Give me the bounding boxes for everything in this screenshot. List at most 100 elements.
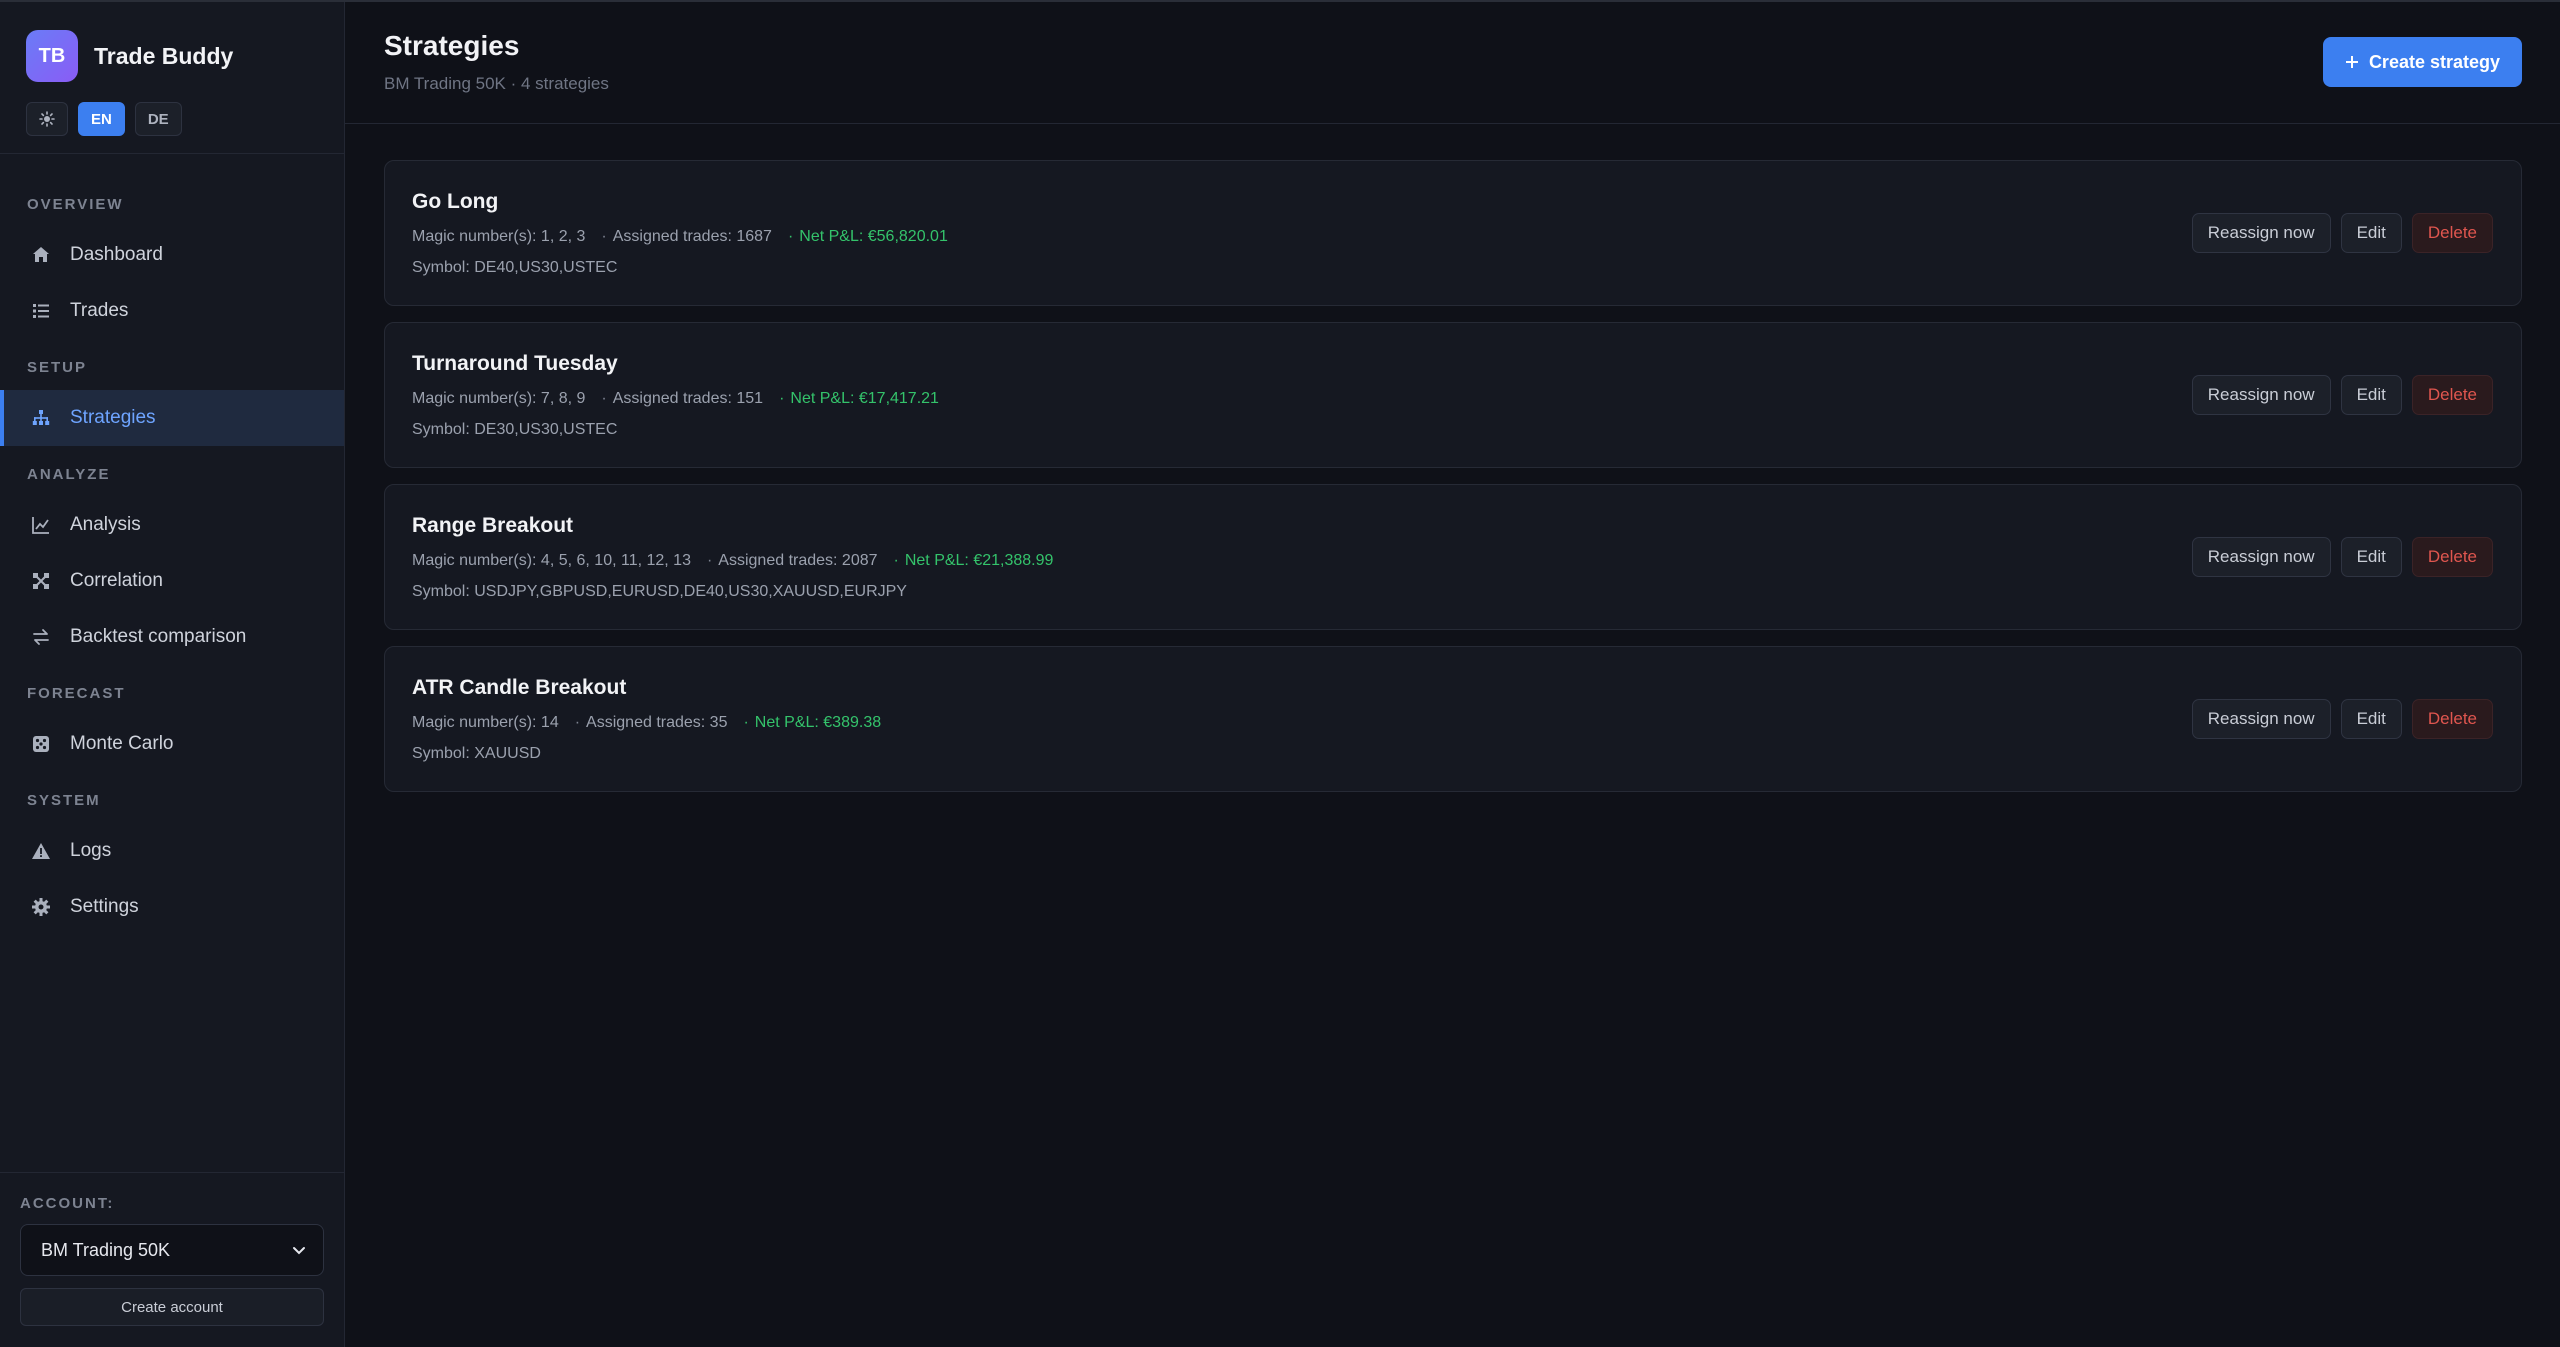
edit-button[interactable]: Edit — [2340, 537, 2402, 577]
strategy-magic-numbers: Magic number(s): 14 — [412, 713, 559, 731]
delete-button[interactable]: Delete — [2411, 699, 2493, 739]
strategy-meta: Magic number(s): 14 · Assigned trades: 35 ·… — [412, 713, 882, 731]
strategy-net-pnl: Net P&L: €389.38 — [754, 713, 882, 731]
strategy-name: Go Long — [412, 189, 499, 213]
sidebar-nav: OVERVIEW Dashboard Trades SETUP Strategi… — [0, 154, 344, 1347]
header-text: Strategies BM Trading 50K · 4 strategies — [384, 30, 609, 94]
sun-icon — [39, 111, 55, 127]
nav-group-system: SYSTEM Logs Settings — [0, 792, 344, 935]
strategy-card: ATR Candle Breakout Magic number(s): 14 ·… — [384, 646, 2522, 792]
sidebar-item-analysis[interactable]: Analysis — [0, 497, 344, 553]
strategy-symbols: Symbol: DE30,US30,USTEC — [412, 420, 618, 438]
reassign-now-button[interactable]: Reassign now — [2191, 375, 2331, 415]
sidebar-item-label: Analysis — [70, 514, 141, 535]
sidebar-item-label: Settings — [70, 896, 139, 917]
sidebar-item-correlation[interactable]: Correlation — [0, 553, 344, 609]
create-account-button[interactable]: Create account — [20, 1288, 324, 1326]
language-switcher: EN DE — [26, 102, 318, 136]
section-title-analyze: ANALYZE — [27, 466, 111, 483]
page-header: Strategies BM Trading 50K · 4 strategies… — [345, 2, 2560, 124]
plus-icon — [2345, 56, 2358, 68]
page-subtitle: BM Trading 50K · 4 strategies — [384, 74, 609, 93]
sidebar-item-label: Logs — [70, 840, 112, 861]
correlation-icon — [30, 570, 52, 592]
strategy-info: Turnaround Tuesday Magic number(s): 7, 8… — [412, 352, 939, 439]
language-de-button[interactable]: DE — [134, 102, 182, 136]
nav-group-analyze: ANALYZE Analysis Correlation Backtest co… — [0, 466, 344, 665]
reassign-now-button[interactable]: Reassign now — [2191, 213, 2331, 253]
sidebar-item-label: Monte Carlo — [70, 733, 174, 754]
account-panel: ACCOUNT: BM Trading 50K Create account — [0, 1172, 344, 1347]
strategy-actions: Reassign now Edit Delete — [2191, 213, 2493, 253]
reassign-now-button[interactable]: Reassign now — [2191, 699, 2331, 739]
delete-button[interactable]: Delete — [2411, 375, 2493, 415]
nav-group-forecast: FORECAST Monte Carlo — [0, 685, 344, 772]
home-icon — [30, 244, 52, 266]
reassign-now-button[interactable]: Reassign now — [2191, 537, 2331, 577]
sidebar-item-label: Strategies — [70, 407, 156, 428]
strategy-meta: Magic number(s): 4, 5, 6, 10, 11, 12, 13… — [412, 551, 1054, 569]
sidebar-item-monte-carlo[interactable]: Monte Carlo — [0, 716, 344, 772]
brand: TB Trade Buddy EN DE — [0, 2, 344, 154]
strategy-info: ATR Candle Breakout Magic number(s): 14 ·… — [412, 676, 881, 763]
sitemap-icon — [30, 407, 52, 429]
strategy-net-pnl: Net P&L: €56,820.01 — [799, 227, 948, 245]
edit-button[interactable]: Edit — [2340, 699, 2402, 739]
strategy-symbols: Symbol: USDJPY,GBPUSD,EURUSD,DE40,US30,X… — [412, 582, 907, 600]
language-en-button[interactable]: EN — [78, 102, 125, 136]
strategy-net-pnl: Net P&L: €17,417.21 — [790, 389, 939, 407]
strategy-assigned-trades: Assigned trades: 2087 — [718, 551, 878, 569]
strategy-name: Turnaround Tuesday — [412, 351, 618, 375]
strategy-card: Range Breakout Magic number(s): 4, 5, 6,… — [384, 484, 2522, 630]
sidebar-item-label: Dashboard — [70, 244, 163, 265]
chevron-down-icon — [293, 1247, 305, 1255]
section-title-forecast: FORECAST — [27, 685, 126, 702]
strategy-card: Turnaround Tuesday Magic number(s): 7, 8… — [384, 322, 2522, 468]
strategy-info: Range Breakout Magic number(s): 4, 5, 6,… — [412, 514, 1053, 601]
strategy-actions: Reassign now Edit Delete — [2191, 537, 2493, 577]
sidebar-item-label: Backtest comparison — [70, 626, 247, 647]
strategy-assigned-trades: Assigned trades: 151 — [612, 389, 764, 407]
account-label: ACCOUNT: — [20, 1195, 115, 1212]
nav-group-overview: OVERVIEW Dashboard Trades — [0, 196, 344, 339]
sidebar-item-strategies[interactable]: Strategies — [0, 390, 344, 446]
strategy-name: Range Breakout — [412, 513, 574, 537]
warning-icon — [30, 840, 52, 862]
app: TB Trade Buddy EN DE OVERVIEW Dashboard … — [0, 0, 2560, 1347]
edit-button[interactable]: Edit — [2340, 213, 2402, 253]
strategy-symbols: Symbol: XAUUSD — [412, 744, 541, 762]
edit-button[interactable]: Edit — [2340, 375, 2402, 415]
app-name: Trade Buddy — [94, 42, 234, 69]
page-title: Strategies — [384, 30, 520, 61]
section-title-setup: SETUP — [27, 359, 88, 376]
theme-toggle-button[interactable] — [26, 102, 68, 136]
account-select[interactable]: BM Trading 50K — [20, 1224, 324, 1276]
list-icon — [30, 300, 52, 322]
strategy-actions: Reassign now Edit Delete — [2191, 375, 2493, 415]
strategy-assigned-trades: Assigned trades: 35 — [586, 713, 728, 731]
create-strategy-button[interactable]: Create strategy — [2322, 37, 2522, 87]
sidebar-item-trades[interactable]: Trades — [0, 283, 344, 339]
strategy-meta: Magic number(s): 7, 8, 9 · Assigned trades… — [412, 389, 939, 407]
sidebar-item-label: Trades — [70, 300, 129, 321]
sidebar-item-logs[interactable]: Logs — [0, 823, 344, 879]
gear-icon — [30, 896, 52, 918]
create-strategy-label: Create strategy — [2368, 51, 2500, 72]
app-logo: TB — [26, 30, 78, 82]
delete-button[interactable]: Delete — [2411, 213, 2493, 253]
section-title-overview: OVERVIEW — [27, 196, 124, 213]
strategy-name: ATR Candle Breakout — [412, 675, 627, 699]
strategy-magic-numbers: Magic number(s): 1, 2, 3 — [412, 227, 586, 245]
strategy-magic-numbers: Magic number(s): 4, 5, 6, 10, 11, 12, 13 — [412, 551, 691, 569]
strategy-net-pnl: Net P&L: €21,388.99 — [904, 551, 1054, 569]
sidebar-item-backtest-comparison[interactable]: Backtest comparison — [0, 609, 344, 665]
main-content: Strategies BM Trading 50K · 4 strategies… — [345, 2, 2560, 1347]
brand-row: TB Trade Buddy — [26, 30, 318, 82]
sidebar-item-dashboard[interactable]: Dashboard — [0, 227, 344, 283]
delete-button[interactable]: Delete — [2411, 537, 2493, 577]
sidebar-item-settings[interactable]: Settings — [0, 879, 344, 935]
swap-arrows-icon — [30, 626, 52, 648]
nav-group-setup: SETUP Strategies — [0, 359, 344, 446]
strategy-actions: Reassign now Edit Delete — [2191, 699, 2493, 739]
strategy-magic-numbers: Magic number(s): 7, 8, 9 — [412, 389, 586, 407]
